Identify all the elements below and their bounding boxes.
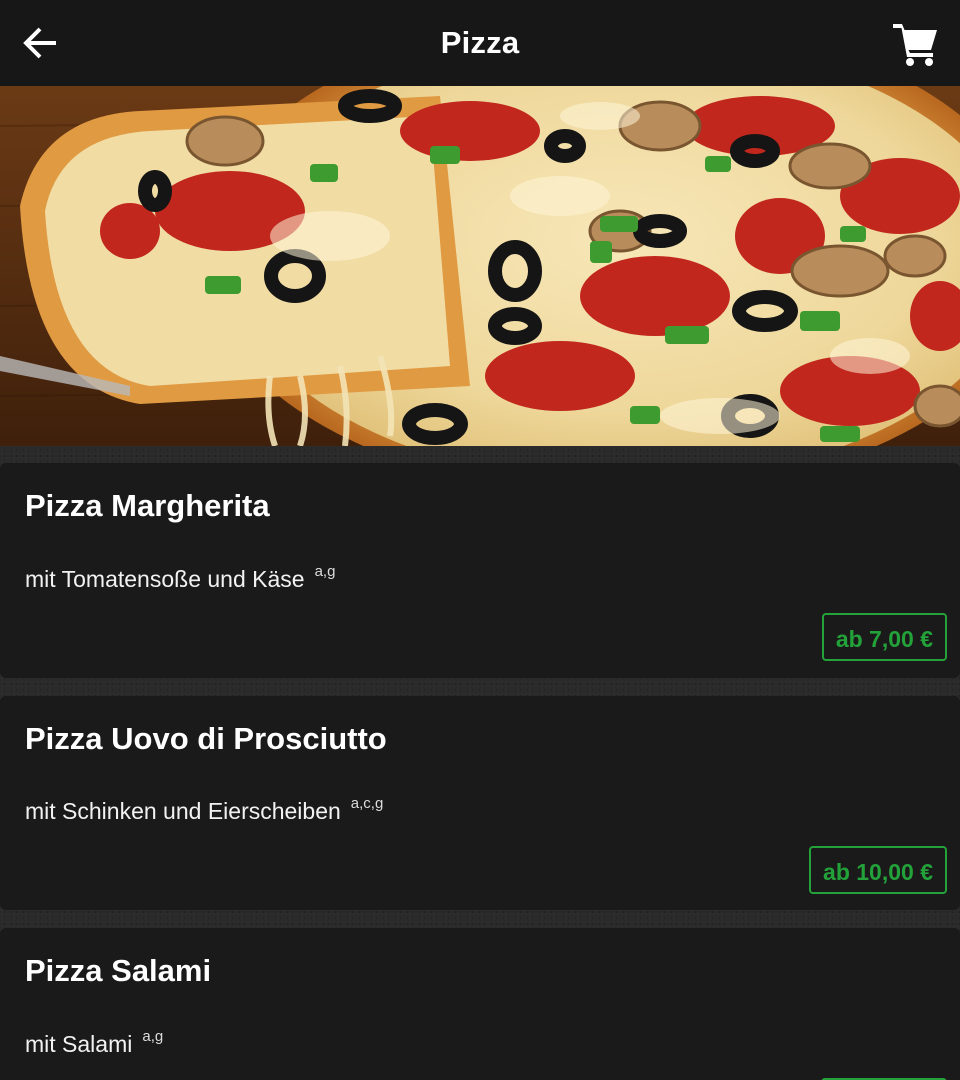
menu-item-description-text: mit Schinken und Eierscheiben	[25, 798, 341, 824]
category-hero-image	[0, 86, 960, 446]
app-screen: Pizza Pizza Margherita mit Tomatensoße u…	[0, 0, 960, 1080]
menu-item-name: Pizza Salami	[25, 953, 212, 988]
pizza-photo	[0, 86, 960, 446]
menu-item-card[interactable]: Pizza Salami mit Salami a,g	[0, 928, 960, 1080]
menu-item-description: mit Tomatensoße und Käse a,g	[25, 557, 335, 594]
price-button[interactable]: ab 10,00 €	[809, 846, 947, 894]
menu-item-name: Pizza Margherita	[25, 488, 270, 523]
page-title: Pizza	[440, 25, 520, 60]
menu-item-description: mit Salami a,g	[25, 1022, 163, 1059]
top-app-bar: Pizza	[0, 0, 960, 86]
menu-item-card[interactable]: Pizza Margherita mit Tomatensoße und Käs…	[0, 463, 960, 678]
cart-button[interactable]	[892, 18, 940, 68]
menu-item-card[interactable]: Pizza Uovo di Prosciutto mit Schinken un…	[0, 696, 960, 910]
menu-item-name: Pizza Uovo di Prosciutto	[25, 721, 387, 756]
allergen-codes: a,g	[314, 563, 336, 580]
menu-item-description: mit Schinken und Eierscheiben a,c,g	[25, 789, 383, 826]
allergen-codes: a,g	[142, 1028, 164, 1045]
menu-item-description-text: mit Tomatensoße und Käse	[25, 566, 305, 592]
shopping-cart-icon	[893, 24, 937, 66]
menu-item-description-text: mit Salami	[25, 1031, 133, 1057]
price-button[interactable]: ab 7,00 €	[821, 613, 947, 661]
allergen-codes: a,c,g	[350, 795, 384, 812]
